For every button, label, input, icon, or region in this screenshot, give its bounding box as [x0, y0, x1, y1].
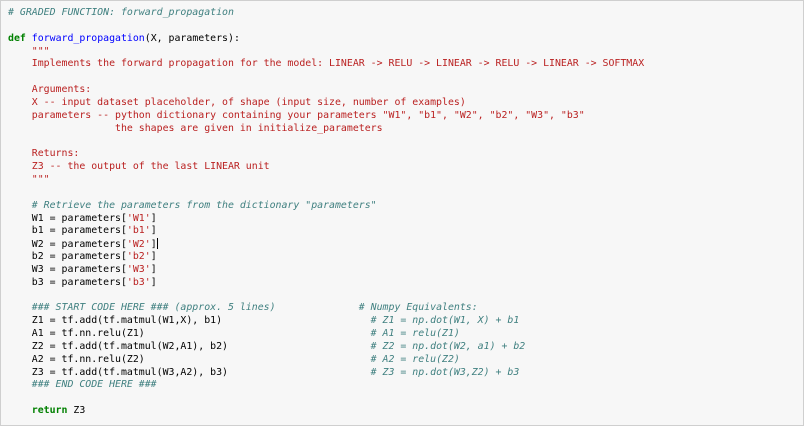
code-text: (X, parameters):	[144, 32, 240, 44]
comment: ### START CODE HERE ### (approx. 5 lines…	[31, 302, 276, 314]
code-line: """	[8, 46, 644, 59]
code-line: b3 = parameters['b3']	[8, 277, 644, 290]
code-line: b2 = parameters['b2']	[8, 251, 644, 264]
code-text: A1 = tf.nn.relu(Z1)	[8, 328, 145, 340]
code-line: def forward_propagation(X, parameters):	[8, 33, 644, 46]
comment: # A2 = relu(Z2)	[370, 353, 460, 365]
code-line: parameters -- python dictionary containi…	[8, 110, 644, 123]
code-line: Z1 = tf.add(tf.matmul(W1,X), b1) # Z1 = …	[8, 315, 644, 328]
code-line: A2 = tf.nn.relu(Z2) # A2 = relu(Z2)	[8, 354, 644, 367]
code-text: ]	[150, 225, 157, 237]
code-line: """	[8, 174, 644, 187]
string-literal: 'b3'	[126, 276, 151, 288]
comment: # Z1 = np.dot(W1, X) + b1	[370, 315, 520, 327]
code-line: A1 = tf.nn.relu(Z1) # A1 = relu(Z1)	[8, 328, 644, 341]
code-line: Implements the forward propagation for t…	[8, 58, 644, 71]
string-literal: 'W2'	[126, 239, 151, 251]
keyword: def	[8, 32, 26, 44]
code-cell[interactable]: # GRADED FUNCTION: forward_propagation d…	[0, 0, 804, 426]
code-line: W2 = parameters['W2']	[8, 238, 644, 251]
code-text: b2 = parameters[	[8, 251, 127, 263]
code-text: W3 = parameters[	[8, 263, 127, 275]
code-text: A2 = tf.nn.relu(Z2)	[8, 353, 145, 365]
code-text: ]	[150, 276, 157, 288]
docstring: the shapes are given in initialize_param…	[8, 122, 383, 134]
comment: # Retrieve the parameters from the dicti…	[8, 199, 377, 211]
code-line: Z2 = tf.add(tf.matmul(W2,A1), b2) # Z2 =…	[8, 341, 644, 354]
code-text: Z3 = tf.add(tf.matmul(W3,A2), b3)	[8, 366, 228, 378]
docstring: Z3 -- the output of the last LINEAR unit	[8, 161, 270, 173]
code-text: ]	[150, 251, 157, 263]
code-editor[interactable]: # GRADED FUNCTION: forward_propagation d…	[8, 7, 644, 418]
string-literal: 'b2'	[126, 251, 151, 263]
code-text: Z3	[67, 405, 86, 417]
code-line: the shapes are given in initialize_param…	[8, 123, 644, 136]
code-text: ]	[150, 263, 157, 275]
code-line: return Z3	[8, 405, 644, 418]
comment: ### END CODE HERE ###	[31, 379, 157, 391]
code-line: ### START CODE HERE ### (approx. 5 lines…	[8, 302, 644, 315]
code-text: b3 = parameters[	[8, 276, 127, 288]
code-line: X -- input dataset placeholder, of shape…	[8, 97, 644, 110]
docstring: """	[8, 45, 50, 57]
text-cursor	[156, 238, 158, 250]
code-line: Arguments:	[8, 84, 644, 97]
comment: # A1 = relu(Z1)	[370, 328, 460, 340]
docstring: """	[8, 173, 50, 185]
comment: # Z2 = np.dot(W2, a1) + b2	[370, 340, 526, 352]
comment: # Numpy Equivalents:	[358, 302, 478, 314]
code-line: Z3 -- the output of the last LINEAR unit	[8, 161, 644, 174]
comment: # Z3 = np.dot(W3,Z2) + b3	[370, 366, 520, 378]
code-line: # Retrieve the parameters from the dicti…	[8, 200, 644, 213]
docstring: parameters -- python dictionary containi…	[8, 109, 585, 121]
code-line: Returns:	[8, 148, 644, 161]
code-line: Z3 = tf.add(tf.matmul(W3,A2), b3) # Z3 =…	[8, 367, 644, 380]
string-literal: 'b1'	[126, 225, 151, 237]
string-literal: 'W3'	[126, 263, 151, 275]
keyword: return	[31, 405, 68, 417]
code-text: W1 = parameters[	[8, 212, 127, 224]
docstring: Implements the forward propagation for t…	[8, 58, 645, 70]
code-line: # GRADED FUNCTION: forward_propagation	[8, 7, 644, 20]
function-name: forward_propagation	[31, 32, 145, 44]
code-text: Z1 = tf.add(tf.matmul(W1,X), b1)	[8, 315, 223, 327]
code-text: b1 = parameters[	[8, 225, 127, 237]
code-text: Z2 = tf.add(tf.matmul(W2,A1), b2)	[8, 340, 228, 352]
docstring: Arguments:	[8, 84, 92, 96]
code-line: W1 = parameters['W1']	[8, 213, 644, 226]
code-line: W3 = parameters['W3']	[8, 264, 644, 277]
comment: # GRADED FUNCTION: forward_propagation	[8, 7, 234, 18]
docstring: Returns:	[8, 148, 80, 160]
code-text: ]	[150, 212, 157, 224]
code-text: W2 = parameters[	[8, 239, 127, 251]
string-literal: 'W1'	[126, 212, 151, 224]
code-line: b1 = parameters['b1']	[8, 225, 644, 238]
docstring: X -- input dataset placeholder, of shape…	[8, 96, 466, 108]
code-line: ### END CODE HERE ###	[8, 379, 644, 392]
